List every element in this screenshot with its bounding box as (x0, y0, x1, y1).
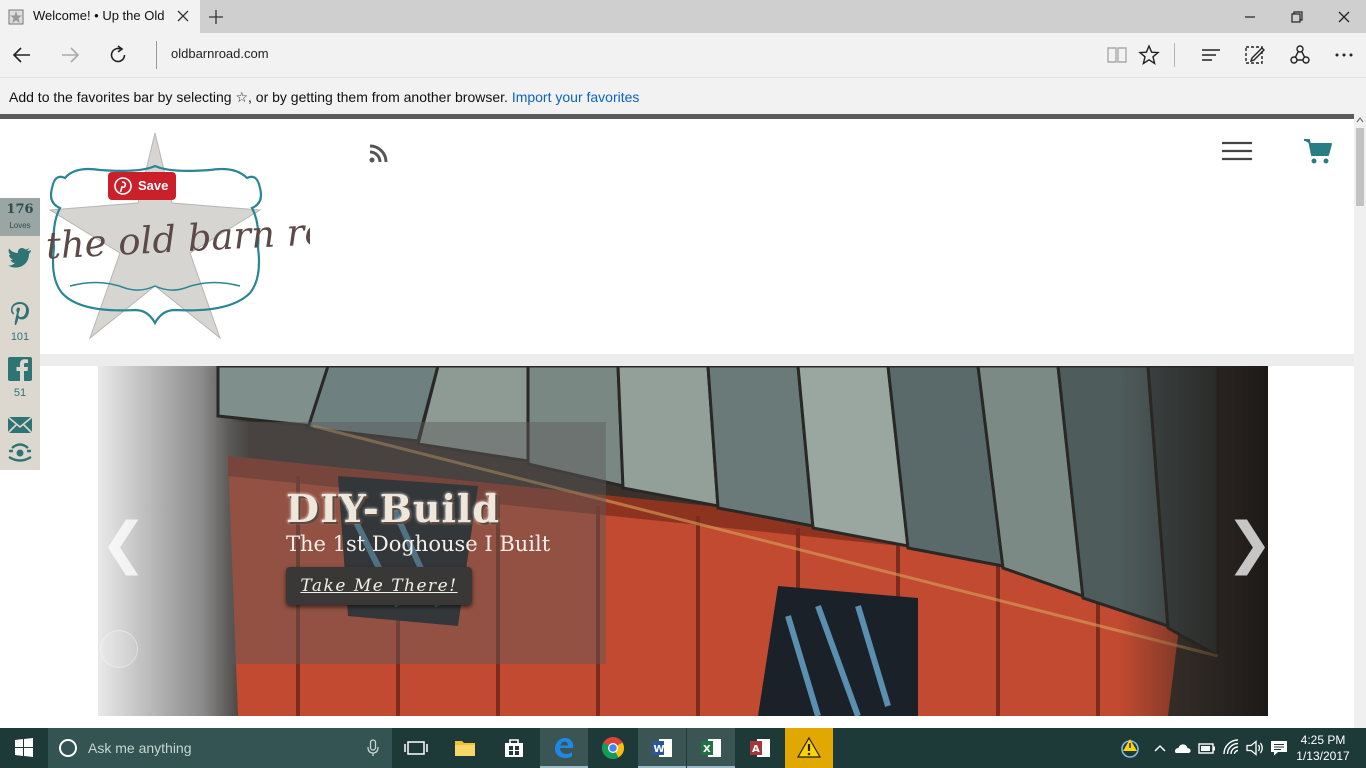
task-view-button[interactable] (392, 728, 440, 768)
svg-text:A: A (752, 744, 760, 755)
site-logo[interactable]: the old barn road (40, 128, 310, 343)
slider-pager-dot[interactable] (100, 630, 138, 668)
access-icon: A (750, 739, 770, 757)
taskbar-warning-app[interactable] (785, 728, 833, 768)
favorite-star-icon[interactable] (1137, 43, 1161, 67)
taskbar-clock[interactable]: 4:25 PM 1/13/2017 (1292, 732, 1354, 764)
slide-title: DIY-Build (286, 486, 500, 531)
windows-start-icon[interactable] (0, 728, 48, 768)
minimize-icon[interactable] (1240, 7, 1260, 27)
email-icon[interactable] (7, 412, 33, 438)
facebook-share-count: 51 (13, 387, 27, 399)
reading-view-icon[interactable] (1105, 43, 1129, 67)
take-me-there-button[interactable]: Take Me There! (286, 567, 472, 605)
close-window-icon[interactable] (1334, 7, 1354, 27)
more-icon[interactable] (1332, 43, 1356, 67)
slide-subtitle: The 1st Doghouse I Built (286, 532, 551, 556)
excel-icon: X (701, 739, 721, 757)
onedrive-icon[interactable] (1172, 738, 1192, 758)
taskbar-excel[interactable]: X (687, 728, 735, 768)
pinterest-save-button[interactable]: Save (108, 172, 176, 200)
volume-icon[interactable] (1245, 738, 1265, 758)
tab-strip: Welcome! • Up the Old (0, 0, 1366, 33)
hero-slider[interactable]: DIY-Build The 1st Doghouse I Built Take … (98, 366, 1268, 716)
taskbar-chrome[interactable] (589, 728, 637, 768)
chrome-icon (602, 737, 624, 759)
taskbar-store[interactable] (490, 728, 538, 768)
clock-date: 1/13/2017 (1296, 749, 1350, 763)
web-note-icon[interactable] (1243, 43, 1267, 67)
word-icon: W (652, 739, 672, 757)
import-favorites-link[interactable]: Import your favorites (512, 89, 640, 105)
tab-active[interactable]: Welcome! • Up the Old (0, 0, 200, 33)
windows-taskbar: Ask me anything W X A 4:25 PM 1/13/2017 (0, 728, 1366, 768)
taskbar-access[interactable]: A (736, 728, 784, 768)
header-divider (40, 354, 1354, 366)
new-tab-icon[interactable] (206, 7, 226, 27)
cortana-icon (59, 739, 77, 757)
tray-notification-warning-icon[interactable] (1120, 738, 1140, 758)
svg-text:X: X (703, 744, 711, 755)
edge-icon (555, 738, 574, 758)
task-view-icon (404, 741, 428, 755)
taskbar-edge[interactable] (540, 728, 588, 768)
pinterest-icon (114, 177, 132, 195)
loves-count: 176 (6, 202, 34, 217)
twitter-icon[interactable] (7, 244, 33, 270)
cortana-search-box[interactable]: Ask me anything (48, 728, 392, 768)
share-icon[interactable] (1288, 43, 1312, 67)
scroll-up-arrow-icon[interactable] (1356, 116, 1364, 124)
toolbar-separator (1174, 43, 1175, 67)
cortana-placeholder: Ask me anything (88, 740, 192, 756)
hub-icon[interactable] (1199, 43, 1223, 67)
store-icon (505, 739, 523, 757)
site-favicon-icon (8, 9, 24, 25)
favorites-bar-message: Add to the favorites bar by selecting ☆,… (9, 89, 639, 106)
page-scrollbar[interactable] (1354, 114, 1366, 728)
refresh-icon[interactable] (106, 43, 130, 67)
rss-icon[interactable] (366, 142, 390, 166)
hamburger-menu-icon[interactable] (1220, 139, 1254, 163)
cart-icon[interactable] (1303, 137, 1333, 165)
scrollbar-thumb[interactable] (1356, 128, 1364, 206)
battery-icon[interactable] (1197, 738, 1217, 758)
warning-icon (797, 736, 821, 758)
more-share-options-icon[interactable] (7, 440, 33, 466)
taskbar-word[interactable]: W (638, 728, 686, 768)
tab-title: Welcome! • Up the Old (33, 8, 165, 23)
slider-prev-arrow[interactable]: ❮ (100, 516, 147, 574)
loves-counter: 176 Loves (0, 198, 40, 236)
forward-icon[interactable] (58, 43, 82, 67)
pinterest-share-icon[interactable] (7, 300, 33, 326)
address-bar[interactable]: oldbarnroad.com (171, 46, 269, 61)
loves-label: Loves (9, 221, 31, 230)
taskbar-file-explorer[interactable] (441, 728, 489, 768)
action-center-icon[interactable] (1269, 738, 1289, 758)
favorites-bar: Add to the favorites bar by selecting ☆,… (0, 77, 1366, 114)
page-viewport: the old barn road Save 176 Loves 101 51 … (0, 114, 1366, 728)
pinterest-share-count: 101 (10, 331, 30, 343)
favorites-bar-text: Add to the favorites bar by selecting ☆,… (9, 89, 512, 105)
folder-icon (455, 741, 475, 756)
tab-close-icon[interactable] (174, 7, 192, 25)
browser-toolbar: oldbarnroad.com (0, 33, 1366, 77)
wifi-icon[interactable] (1221, 738, 1241, 758)
back-icon[interactable] (10, 43, 34, 67)
facebook-icon[interactable] (7, 356, 33, 382)
microphone-icon[interactable] (364, 739, 382, 757)
show-hidden-icons-icon[interactable] (1150, 738, 1170, 758)
slider-next-arrow[interactable]: ❯ (1226, 516, 1268, 574)
address-separator (156, 41, 157, 69)
clock-time: 4:25 PM (1300, 733, 1346, 747)
slide-caption: DIY-Build The 1st Doghouse I Built Take … (228, 422, 606, 664)
share-sidebar: 176 Loves 101 51 (0, 198, 40, 470)
pinterest-save-label: Save (138, 178, 169, 193)
restore-icon[interactable] (1287, 7, 1307, 27)
page-top-border (0, 114, 1354, 119)
svg-text:W: W (654, 744, 665, 755)
